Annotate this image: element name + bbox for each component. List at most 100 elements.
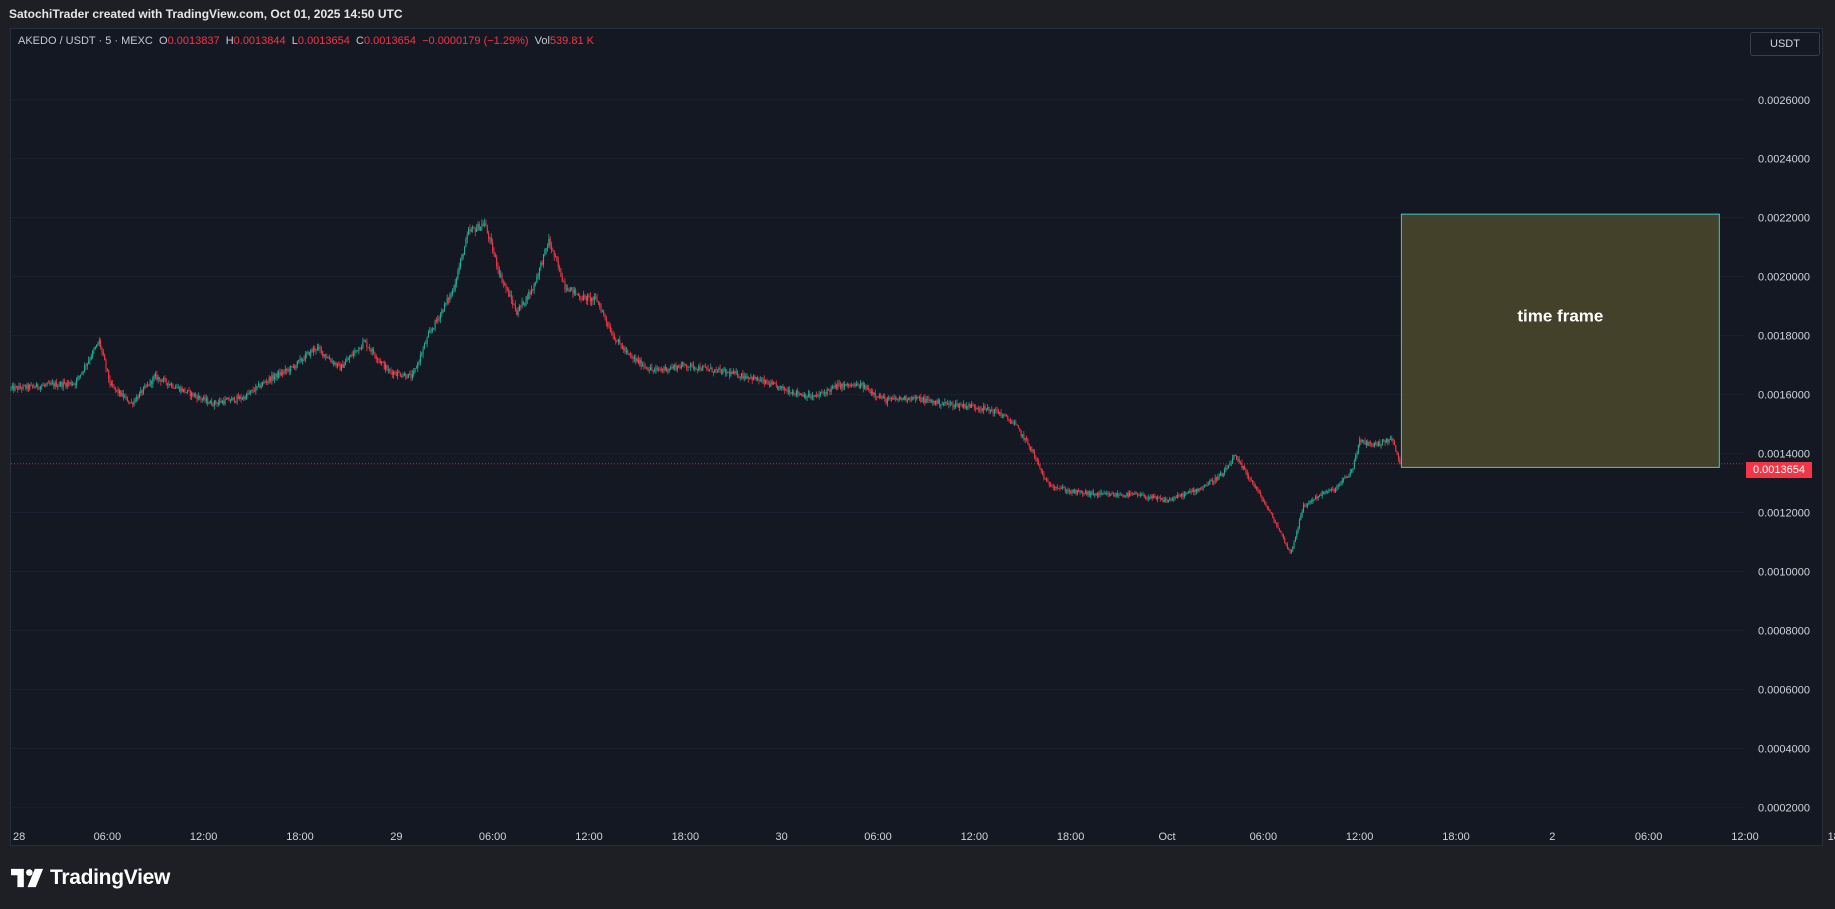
candle-body <box>70 382 72 385</box>
candle-body <box>663 369 665 371</box>
candle-body <box>1312 499 1314 503</box>
time-tick-label: 29 <box>390 831 402 843</box>
candle-body <box>1236 455 1238 460</box>
candle-body <box>544 249 546 255</box>
candle-body <box>1173 498 1175 500</box>
candle-body <box>930 400 933 403</box>
candle-body <box>809 393 811 398</box>
candle-body <box>1345 476 1347 478</box>
candle-body <box>397 371 399 376</box>
candle-body <box>934 400 937 404</box>
candle-body <box>699 366 701 371</box>
candle-body <box>1327 491 1329 493</box>
currency-button[interactable]: USDT <box>1750 32 1820 56</box>
candle-body <box>1292 546 1294 550</box>
candle-body <box>1150 495 1152 499</box>
candle-body <box>221 400 223 403</box>
candle-body <box>1126 492 1128 496</box>
candle-body <box>706 367 708 369</box>
candle-body <box>1341 480 1343 484</box>
price-axis[interactable]: 0.0026000 0.0024000 0.0022000 0.0020000 0.00… <box>1758 95 1810 815</box>
candle-body <box>1333 489 1335 492</box>
candle-body <box>373 349 375 354</box>
candle-body <box>451 290 454 295</box>
candle-body <box>1297 527 1299 532</box>
candle-body <box>136 396 138 402</box>
price-chart[interactable]: time frame 0.00260000.00240000.00220000.… <box>0 0 1835 909</box>
candle-body <box>462 254 464 256</box>
candle-body <box>1158 497 1160 499</box>
candle-body <box>411 374 413 379</box>
candle-body <box>501 274 503 283</box>
tradingview-logo[interactable]: TradingView <box>11 866 170 890</box>
candle-body <box>647 368 649 371</box>
candle-body <box>632 356 634 359</box>
symbol-label[interactable]: AKEDO / USDT · 5 · MEXC <box>18 35 153 47</box>
candle-body <box>890 398 892 400</box>
candle-body <box>658 368 660 370</box>
candle-body <box>1237 458 1239 460</box>
candle-body <box>142 387 145 394</box>
candle-body <box>49 382 51 385</box>
high-label: H <box>225 35 234 47</box>
candle-body <box>1364 441 1366 445</box>
candle-body <box>1320 494 1322 496</box>
candle-body <box>35 383 37 388</box>
candle-body <box>122 393 124 398</box>
candle-body <box>834 384 836 388</box>
candle-body <box>628 353 630 356</box>
open-value: 0.0013837 <box>167 35 220 47</box>
candle-body <box>69 382 71 384</box>
candle-body <box>287 369 289 371</box>
candle-body <box>1149 497 1151 499</box>
candle-body <box>1348 474 1350 478</box>
time-tick-label: 18:00 <box>672 831 700 843</box>
candle-body <box>588 295 590 297</box>
candle-body <box>1103 493 1105 494</box>
time-tick-label: 06:00 <box>1250 831 1278 843</box>
candle-body <box>885 398 887 404</box>
candle-body <box>1028 443 1030 447</box>
candle-body <box>702 366 704 371</box>
candle-body <box>545 248 547 250</box>
time-axis[interactable]: 28 06:00 12:00 18:00 29 06:00 12:00 18:00 30 06:0… <box>13 831 1835 843</box>
candle-body <box>1142 494 1144 496</box>
candle-body <box>1098 493 1100 496</box>
time-tick-label: 06:00 <box>94 831 122 843</box>
candle-body <box>1151 495 1153 499</box>
candle-body <box>601 311 603 313</box>
candle-body <box>810 397 812 399</box>
candle-body <box>88 360 90 364</box>
candle-body <box>964 403 966 409</box>
candle-body <box>1201 488 1203 490</box>
candle-body <box>41 385 43 387</box>
candle-body <box>295 365 297 369</box>
candle-body <box>231 398 233 401</box>
time-frame-rectangle[interactable] <box>1400 213 1720 468</box>
price-tick-label: 0.0010000 <box>1758 566 1810 578</box>
candle-body <box>1313 499 1315 501</box>
candle-body <box>841 383 843 389</box>
candle-body <box>625 350 628 352</box>
candle-body <box>137 396 139 399</box>
candle-body <box>1191 491 1193 493</box>
candle-body <box>140 390 142 394</box>
candle-body <box>770 382 772 387</box>
candle-body <box>896 399 898 400</box>
candle-body <box>84 365 86 372</box>
candle-body <box>963 403 965 407</box>
candle-body <box>429 331 431 333</box>
candle-body <box>845 384 847 386</box>
candle-body <box>1226 467 1228 469</box>
candle-body <box>556 256 558 261</box>
candle-body <box>548 238 550 248</box>
candle-body <box>951 402 953 404</box>
candle-body <box>905 395 907 401</box>
candle-body <box>1329 489 1331 491</box>
candle-body <box>251 389 253 391</box>
candle-body <box>1391 438 1393 440</box>
candle-body <box>278 372 280 378</box>
candle-body <box>157 377 159 380</box>
candle-body <box>117 389 119 394</box>
time-frame-label: time frame <box>1517 306 1603 325</box>
